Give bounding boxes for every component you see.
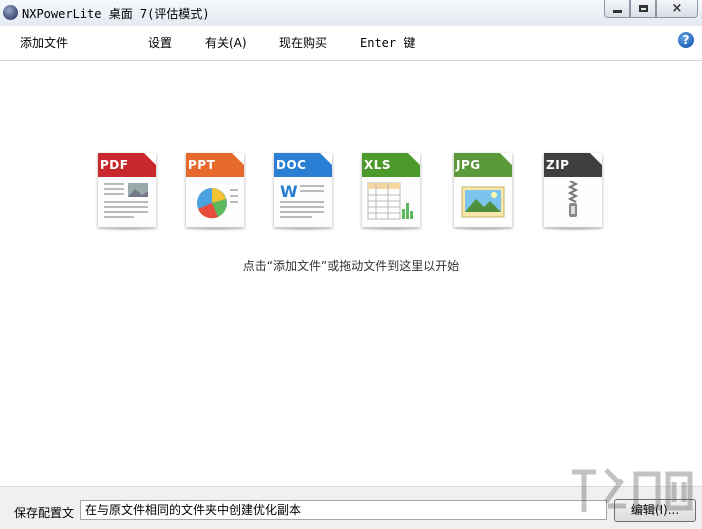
help-icon[interactable]: ?	[678, 32, 694, 48]
zip-file-icon: ZIP	[540, 153, 608, 233]
ppt-file-icon: PPT	[182, 153, 250, 233]
menu-buy-now[interactable]: 现在购买	[279, 34, 327, 51]
menu-add-file[interactable]: 添加文件	[20, 34, 68, 51]
menu-bar: 添加文件 设置 有关(A) 现在购买 Enter 键 ?	[0, 26, 702, 61]
zip-label: ZIP	[546, 158, 570, 172]
ppt-label: PPT	[188, 158, 216, 172]
menu-about[interactable]: 有关(A)	[205, 34, 247, 51]
menu-settings[interactable]: 设置	[148, 34, 172, 51]
doc-file-icon: DOC W	[270, 153, 338, 233]
pdf-label: PDF	[100, 158, 129, 172]
jpg-file-icon: JPG	[450, 153, 518, 233]
config-label: 保存配置文	[14, 506, 75, 520]
title-bar: NXPowerLite 桌面 7(评估模式) ×	[0, 0, 702, 26]
maximize-button[interactable]	[630, 0, 656, 18]
window-controls: ×	[604, 0, 698, 20]
close-icon: ×	[671, 1, 683, 16]
window-title: NXPowerLite 桌面 7(评估模式)	[22, 7, 210, 21]
xls-label: XLS	[364, 158, 392, 172]
menu-enter-key[interactable]: Enter 键	[360, 34, 415, 51]
minimize-icon	[612, 10, 622, 13]
svg-text:W: W	[280, 182, 298, 201]
file-type-icons: PDF PPT DOC W XLS JPG ZIP	[90, 153, 620, 233]
drop-hint-text: 点击“添加文件”或拖动文件到这里以开始	[242, 259, 460, 273]
config-field[interactable]: 在与原文件相同的文件夹中创建优化副本	[80, 500, 607, 520]
doc-label: DOC	[276, 158, 307, 172]
pdf-file-icon: PDF	[94, 153, 162, 233]
maximize-icon	[638, 5, 648, 12]
watermark-logo-icon	[572, 468, 693, 512]
app-logo-icon	[3, 5, 18, 20]
close-button[interactable]: ×	[656, 0, 698, 18]
drop-area[interactable]: PDF PPT DOC W XLS JPG ZIP 点击“添加文件”或拖动文件到…	[0, 61, 702, 481]
minimize-button[interactable]	[604, 0, 630, 18]
jpg-label: JPG	[456, 158, 481, 172]
xls-file-icon: XLS	[358, 153, 426, 233]
